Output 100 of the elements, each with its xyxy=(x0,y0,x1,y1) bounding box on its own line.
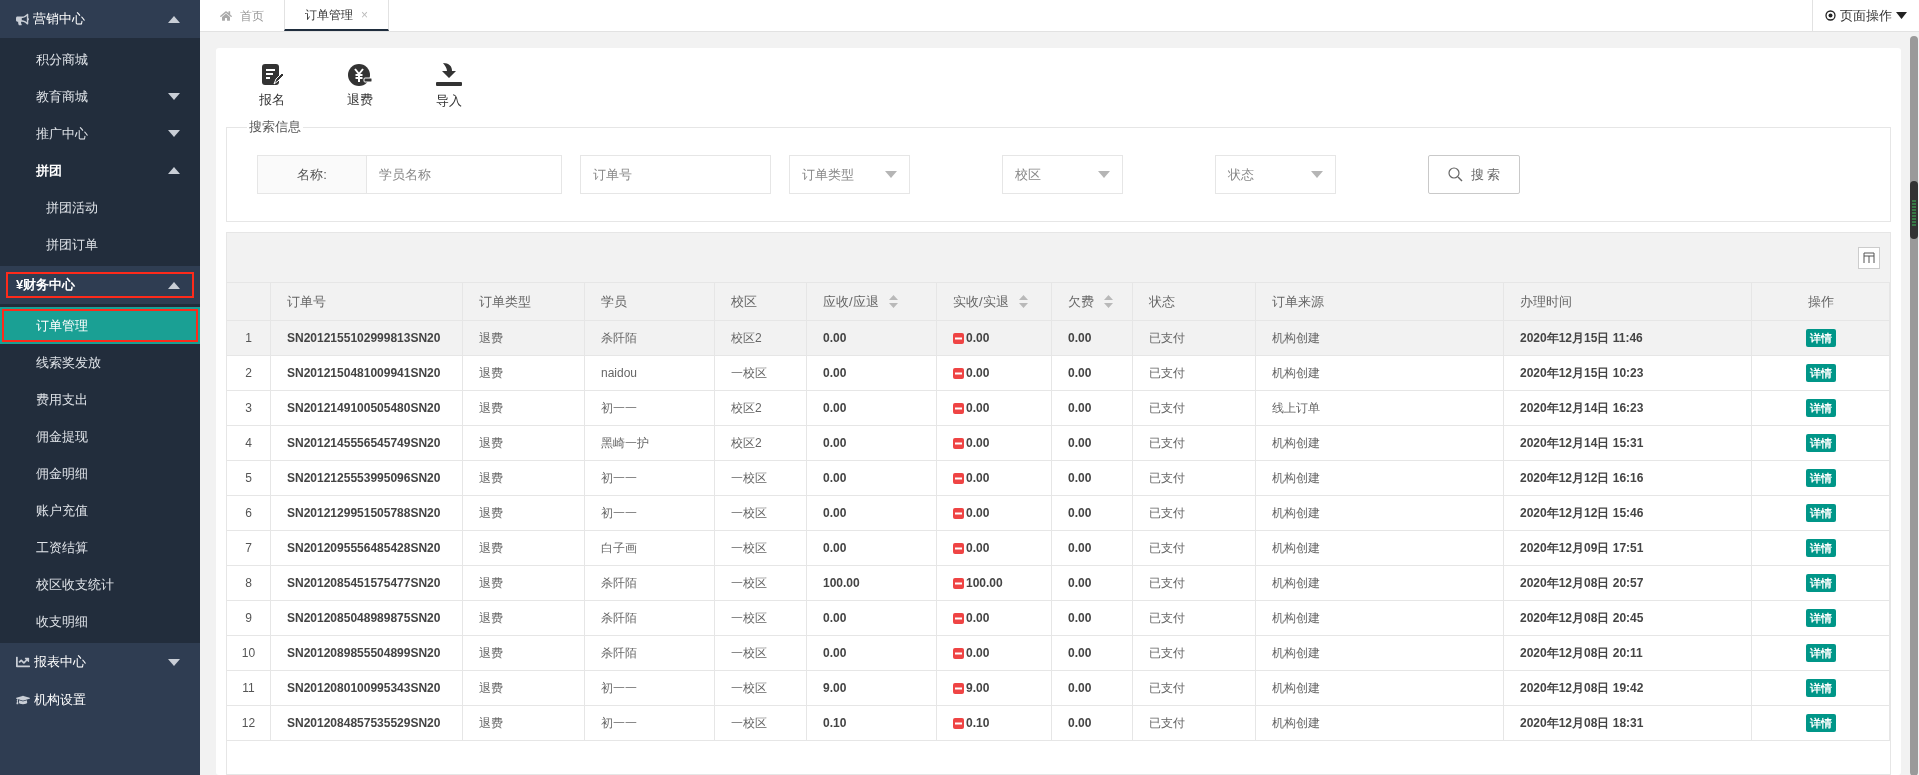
select-field[interactable]: 订单类型 xyxy=(789,155,910,194)
sidebar-item[interactable]: 拼团订单 xyxy=(0,226,200,263)
field-label: 名称: xyxy=(257,155,367,194)
table-cell-text: 一校区 xyxy=(731,610,767,627)
table-cell-text: 0.00 xyxy=(1068,470,1092,487)
table-cell-text: 0.00 xyxy=(1068,330,1092,347)
table-cell-text: 白子画 xyxy=(601,540,637,557)
sidebar-item[interactable]: 线索奖发放 xyxy=(0,344,200,381)
table-cell-text: 2020年12月14日 16:23 xyxy=(1520,400,1644,417)
table-cell-text: 退费 xyxy=(479,505,503,522)
minus-icon xyxy=(953,612,964,624)
sidebar-item[interactable]: 积分商城 xyxy=(0,41,200,78)
details-button[interactable]: 详情 xyxy=(1805,574,1836,592)
table-cell-text: 退费 xyxy=(479,540,503,557)
sidebar-group-header[interactable]: 报表中心 xyxy=(0,643,200,681)
sidebar-item[interactable]: 收支明细 xyxy=(0,603,200,640)
table-cell-text: 2020年12月14日 15:31 xyxy=(1520,435,1644,452)
table-cell-text: 0.00 xyxy=(1068,540,1092,557)
table-cell-text: 0.00 xyxy=(1068,680,1092,697)
details-button[interactable]: 详情 xyxy=(1805,329,1836,347)
sidebar-item[interactable]: 教育商城 xyxy=(0,78,200,115)
search-legend: 搜索信息 xyxy=(247,119,303,135)
table-cell-text: 0.00 xyxy=(1068,575,1092,592)
sidebar-item[interactable]: 佣金提现 xyxy=(0,418,200,455)
column-header: 办理时间 xyxy=(1520,292,1572,311)
sort-icon[interactable] xyxy=(888,295,898,308)
details-button[interactable]: 详情 xyxy=(1805,364,1836,382)
toolbar-button[interactable]: 报名 xyxy=(259,62,285,110)
sort-icon[interactable] xyxy=(1018,295,1028,308)
select-field[interactable]: 校区 xyxy=(1002,155,1123,194)
sidebar-item[interactable]: 推广中心 xyxy=(0,115,200,152)
table-cell-text: 线上订单 xyxy=(1272,400,1320,417)
details-button[interactable]: 详情 xyxy=(1805,714,1836,732)
sidebar-group-header[interactable]: 机构设置 xyxy=(0,681,200,719)
table-cell-text: 机构创建 xyxy=(1272,645,1320,662)
table-cell-text: SN2012089855504899SN20 xyxy=(287,645,441,662)
table-cell-text: 一校区 xyxy=(731,540,767,557)
details-button[interactable]: 详情 xyxy=(1805,679,1836,697)
table-cell-text: 机构创建 xyxy=(1272,505,1320,522)
table-cell-text: 校区2 xyxy=(731,400,762,417)
table-cell-text: 一校区 xyxy=(731,505,767,522)
table-cell-text: 黑崎一护 xyxy=(601,435,649,452)
table-cell-text: SN2012129951505788SN20 xyxy=(287,505,441,522)
table-row[interactable]: 3 SN2012149100505480SN20 退费 初一一 校区2 0.00 0.00 0.00 已支付 线上订单 2020年12月14日 16:23 详情 xyxy=(227,391,1890,426)
details-button[interactable]: 详情 xyxy=(1805,504,1836,522)
toolbar-button[interactable]: 退费 xyxy=(347,62,373,110)
table-cell-text: 已支付 xyxy=(1149,680,1185,697)
tab[interactable]: 订单管理 × xyxy=(284,0,389,31)
column-header: 校区 xyxy=(731,292,757,311)
table-row[interactable]: 11 SN2012080100995343SN20 退费 初一一 一校区 9.00 9.00 0.00 已支付 机构创建 2020年12月08日 19:42 详情 xyxy=(227,671,1890,706)
column-header: 订单类型 xyxy=(479,292,531,311)
table-row[interactable]: 5 SN2012125553995096SN20 退费 初一一 一校区 0.00 0.00 0.00 已支付 机构创建 2020年12月12日 16:16 详情 xyxy=(227,461,1890,496)
table-row[interactable]: 2 SN2012150481009941SN20 退费 naidou 一校区 0.00 0.00 0.00 已支付 机构创建 2020年12月15日 10:23 详情 xyxy=(227,356,1890,391)
page-actions-menu[interactable]: 页面操作 xyxy=(1812,0,1919,31)
student-name-field[interactable]: 学员名称 xyxy=(367,155,562,194)
details-button[interactable]: 详情 xyxy=(1805,399,1836,417)
table-row[interactable]: 1 SN2012155102999813SN20 退费 杀阡陌 校区2 0.00 0.00 0.00 已支付 机构创建 2020年12月15日 11:46 详情 xyxy=(227,321,1890,356)
caret-icon xyxy=(168,93,180,100)
row-number: 6 xyxy=(245,505,252,522)
order-number-field[interactable]: 订单号 xyxy=(580,155,771,194)
table-cell-text: SN2012095556485428SN20 xyxy=(287,540,441,557)
table-row[interactable]: 7 SN2012095556485428SN20 退费 白子画 一校区 0.00 0.00 0.00 已支付 机构创建 2020年12月09日 17:51 详情 xyxy=(227,531,1890,566)
select-field[interactable]: 状态 xyxy=(1215,155,1336,194)
table-row[interactable]: 8 SN2012085451575477SN20 退费 杀阡陌 一校区 100.00 100.00 0.00 已支付 机构创建 2020年12月08日 20:57 详情 xyxy=(227,566,1890,601)
details-button[interactable]: 详情 xyxy=(1805,644,1836,662)
table-cell-text: 机构创建 xyxy=(1272,435,1320,452)
table-row[interactable]: 4 SN2012145556545749SN20 退费 黑崎一护 校区2 0.00 0.00 0.00 已支付 机构创建 2020年12月14日 15:31 详情 xyxy=(227,426,1890,461)
caret-icon xyxy=(168,130,180,137)
sidebar-item[interactable]: 佣金明细 xyxy=(0,455,200,492)
sidebar-item[interactable]: 拼团 xyxy=(0,152,200,189)
caret-icon xyxy=(168,281,180,289)
sidebar-item[interactable]: 拼团活动 xyxy=(0,189,200,226)
sidebar-item[interactable]: 账户充值 xyxy=(0,492,200,529)
table-cell-text: 0.00 xyxy=(966,540,990,557)
sort-icon[interactable] xyxy=(1104,295,1113,308)
table-row[interactable]: 10 SN2012089855504899SN20 退费 杀阡陌 一校区 0.00 0.00 0.00 已支付 机构创建 2020年12月08日 20:11 详情 xyxy=(227,636,1890,671)
sidebar-item[interactable]: 校区收支统计 xyxy=(0,566,200,603)
table-row[interactable]: 9 SN2012085048989875SN20 退费 杀阡陌 一校区 0.00 0.00 0.00 已支付 机构创建 2020年12月08日 20:45 详情 xyxy=(227,601,1890,636)
sidebar-item[interactable]: 费用支出 xyxy=(0,381,200,418)
table-cell-text: 机构创建 xyxy=(1272,680,1320,697)
search-button[interactable]: 搜 索 xyxy=(1428,155,1520,194)
row-number: 4 xyxy=(245,435,252,452)
table-cell-text: 机构创建 xyxy=(1272,365,1320,382)
sidebar-group-header[interactable]: ¥财务中心 xyxy=(0,266,200,304)
details-button[interactable]: 详情 xyxy=(1805,609,1836,627)
table-cell-text: 已支付 xyxy=(1149,470,1185,487)
details-button[interactable]: 详情 xyxy=(1805,469,1836,487)
sidebar-group-header[interactable]: 营销中心 xyxy=(0,0,200,38)
row-number: 5 xyxy=(245,470,252,487)
details-button[interactable]: 详情 xyxy=(1805,434,1836,452)
toolbar-button[interactable]: 导入 xyxy=(435,61,463,111)
table-row[interactable]: 12 SN2012084857535529SN20 退费 初一一 一校区 0.10 0.10 0.00 已支付 机构创建 2020年12月08日 18:31 详情 xyxy=(227,706,1890,741)
columns-icon[interactable] xyxy=(1858,246,1880,269)
sidebar-item[interactable]: 工资结算 xyxy=(0,529,200,566)
details-button[interactable]: 详情 xyxy=(1805,539,1836,557)
table-cell-text: 0.10 xyxy=(823,715,847,732)
row-number: 10 xyxy=(241,645,256,662)
column-header: 实收/实退 xyxy=(953,292,1009,311)
table-cell-text: SN2012080100995343SN20 xyxy=(287,680,441,697)
table-row[interactable]: 6 SN2012129951505788SN20 退费 初一一 一校区 0.00 0.00 0.00 已支付 机构创建 2020年12月12日 15:46 详情 xyxy=(227,496,1890,531)
